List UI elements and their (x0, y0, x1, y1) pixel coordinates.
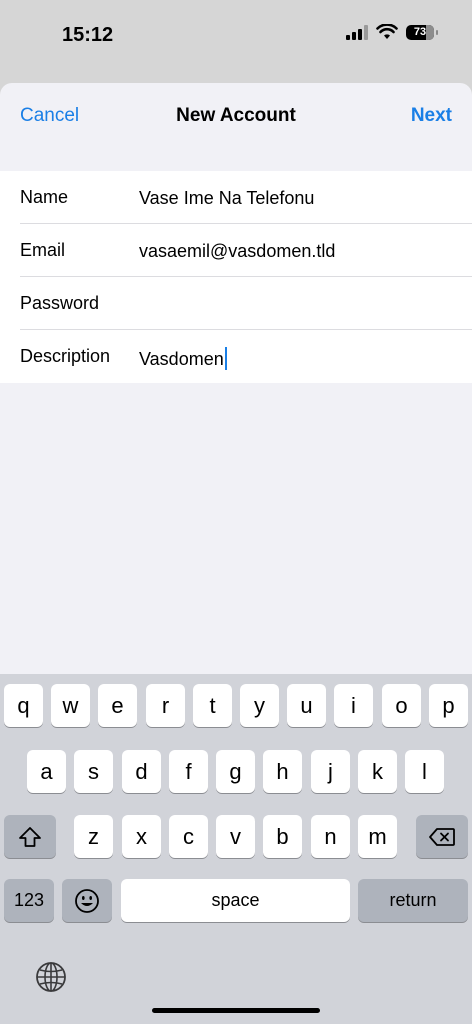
key-m[interactable]: m (358, 815, 397, 858)
emoji-key[interactable] (62, 879, 112, 922)
battery-level: 73 (413, 25, 427, 38)
key-j[interactable]: j (311, 750, 350, 793)
key-a[interactable]: a (27, 750, 66, 793)
key-v[interactable]: v (216, 815, 255, 858)
description-field-row[interactable]: Description Vasdomen (0, 330, 472, 383)
key-k[interactable]: k (358, 750, 397, 793)
key-e[interactable]: e (98, 684, 137, 727)
key-h[interactable]: h (263, 750, 302, 793)
key-s[interactable]: s (74, 750, 113, 793)
wifi-icon (376, 24, 398, 39)
account-form: Name Vase Ime Na Telefonu Email vasaemil… (0, 171, 472, 383)
key-n[interactable]: n (311, 815, 350, 858)
status-icons: 73 (346, 24, 438, 40)
email-field[interactable]: vasaemil@vasdomen.tld (139, 241, 335, 262)
globe-button[interactable] (33, 959, 69, 995)
next-button[interactable]: Next (411, 105, 452, 127)
text-cursor (224, 347, 227, 370)
password-label: Password (20, 293, 100, 313)
password-field-row[interactable]: Password (0, 277, 472, 330)
key-f[interactable]: f (169, 750, 208, 793)
emoji-icon (75, 888, 99, 913)
numbers-key[interactable]: 123 (4, 879, 54, 922)
key-r[interactable]: r (146, 684, 185, 727)
navigation-bar: Cancel New Account Next (0, 83, 472, 151)
key-c[interactable]: c (169, 815, 208, 858)
cellular-signal-icon (346, 24, 368, 40)
email-field-row[interactable]: Email vasaemil@vasdomen.tld (0, 224, 472, 277)
description-value: Vasdomen (139, 349, 224, 369)
key-t[interactable]: t (193, 684, 232, 727)
key-i[interactable]: i (334, 684, 373, 727)
shift-key[interactable] (4, 815, 56, 858)
shift-icon (19, 826, 41, 847)
page-title: New Account (176, 105, 296, 126)
email-label: Email (20, 240, 66, 260)
globe-icon (36, 962, 66, 992)
key-z[interactable]: z (74, 815, 113, 858)
return-key[interactable]: return (358, 879, 468, 922)
name-field[interactable]: Vase Ime Na Telefonu (139, 188, 314, 209)
status-time: 15:12 (62, 24, 114, 46)
battery-icon: 73 (406, 24, 438, 40)
keyboard: q w e r t y u i o p a s d f g h j k l z … (0, 674, 472, 1024)
key-d[interactable]: d (122, 750, 161, 793)
key-q[interactable]: q (4, 684, 43, 727)
key-y[interactable]: y (240, 684, 279, 727)
status-bar: 15:12 73 (0, 0, 472, 80)
key-u[interactable]: u (287, 684, 326, 727)
backspace-icon (429, 827, 455, 846)
description-field[interactable]: Vasdomen (139, 347, 227, 370)
backspace-key[interactable] (416, 815, 468, 858)
description-label: Description (20, 346, 111, 366)
key-g[interactable]: g (216, 750, 255, 793)
key-l[interactable]: l (405, 750, 444, 793)
key-b[interactable]: b (263, 815, 302, 858)
space-key[interactable]: space (121, 879, 350, 922)
key-p[interactable]: p (429, 684, 468, 727)
key-x[interactable]: x (122, 815, 161, 858)
key-o[interactable]: o (382, 684, 421, 727)
name-label: Name (20, 187, 69, 207)
home-indicator[interactable] (152, 1008, 320, 1013)
key-w[interactable]: w (51, 684, 90, 727)
name-field-row[interactable]: Name Vase Ime Na Telefonu (0, 171, 472, 224)
